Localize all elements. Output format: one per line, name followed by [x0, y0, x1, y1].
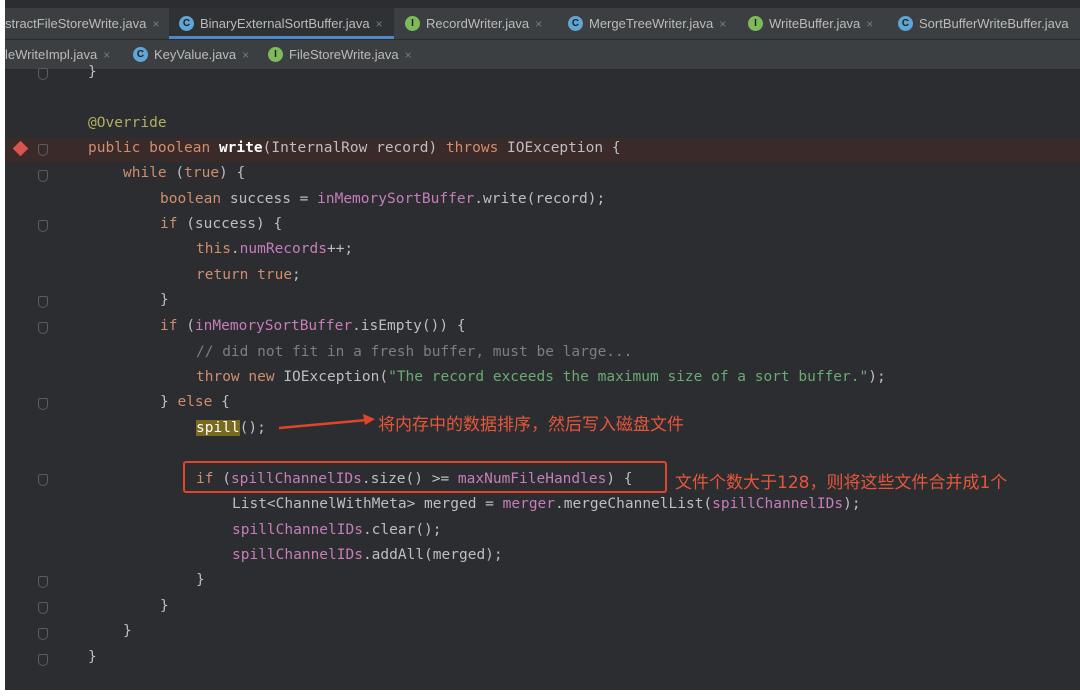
tab-label: KeyValue.java: [154, 47, 237, 62]
code-line: @Override: [88, 115, 167, 131]
close-icon[interactable]: ×: [866, 17, 873, 31]
code-line: if (success) {: [160, 216, 283, 232]
tab-record-writer[interactable]: I RecordWriter.java ×: [405, 8, 555, 39]
tab-label: WriteBuffer.java: [769, 16, 861, 31]
fold-icon[interactable]: [38, 602, 48, 614]
code-line: throw new IOException("The record exceed…: [196, 369, 886, 385]
interface-icon: I: [748, 16, 763, 31]
class-icon: C: [133, 47, 148, 62]
code-line: List<ChannelWithMeta> merged = merger.me…: [232, 496, 861, 512]
fold-icon[interactable]: [38, 170, 48, 182]
code-line: }: [123, 623, 132, 639]
tab-merge-tree-writer[interactable]: C MergeTreeWriter.java ×: [568, 8, 738, 39]
code-line: }: [196, 572, 205, 588]
code-line: }: [88, 649, 97, 665]
interface-icon: I: [268, 47, 283, 62]
code-line: if (inMemorySortBuffer.isEmpty()) {: [160, 318, 466, 334]
code-line: }: [88, 64, 97, 80]
code-line: return true;: [196, 267, 301, 283]
code-line: }: [160, 292, 169, 308]
close-icon[interactable]: ×: [719, 17, 726, 31]
tab-sort-buffer-write-buffer[interactable]: C SortBufferWriteBuffer.java: [898, 8, 1080, 39]
ide-window: stractFileStoreWrite.java × C BinaryExte…: [5, 0, 1080, 690]
tab-key-value[interactable]: C KeyValue.java ×: [133, 40, 258, 69]
fold-icon[interactable]: [38, 144, 48, 156]
close-icon[interactable]: ×: [535, 17, 542, 31]
fold-icon[interactable]: [38, 654, 48, 666]
tab-file-store-write[interactable]: I FileStoreWrite.java ×: [268, 40, 428, 69]
highlight-box: [183, 461, 667, 493]
close-icon[interactable]: ×: [242, 48, 249, 62]
code-line: // did not fit in a fresh buffer, must b…: [196, 344, 633, 360]
tab-label: BinaryExternalSortBuffer.java: [200, 16, 370, 31]
interface-icon: I: [405, 16, 420, 31]
tab-abstract-file-store-write[interactable]: stractFileStoreWrite.java ×: [5, 8, 165, 39]
close-icon[interactable]: ×: [152, 17, 159, 31]
code-line: } else {: [160, 394, 230, 410]
code-line: spillChannelIDs.clear();: [232, 522, 442, 538]
code-line: boolean success = inMemorySortBuffer.wri…: [160, 191, 606, 207]
close-icon[interactable]: ×: [376, 17, 383, 31]
close-icon[interactable]: ×: [103, 48, 110, 62]
code-line: spill();: [196, 420, 266, 436]
editor-tabs-row-2: leWriteImpl.java × C KeyValue.java × I F…: [5, 40, 1080, 70]
code-line: }: [160, 598, 169, 614]
tab-label: SortBufferWriteBuffer.java: [919, 16, 1069, 31]
fold-icon[interactable]: [38, 576, 48, 588]
fold-icon[interactable]: [38, 68, 48, 80]
code-line: spillChannelIDs.addAll(merged);: [232, 547, 503, 563]
tab-label: FileStoreWrite.java: [289, 47, 399, 62]
spill-annotation: 将内存中的数据排序，然后写入磁盘文件: [378, 415, 684, 435]
fold-icon[interactable]: [38, 474, 48, 486]
tab-write-buffer[interactable]: I WriteBuffer.java ×: [748, 8, 888, 39]
fold-icon[interactable]: [38, 296, 48, 308]
class-icon: C: [179, 16, 194, 31]
tab-file-store-write-impl[interactable]: leWriteImpl.java ×: [5, 40, 123, 69]
code-line: this.numRecords++;: [196, 241, 354, 257]
tab-label: RecordWriter.java: [426, 16, 530, 31]
fold-icon[interactable]: [38, 220, 48, 232]
fold-icon[interactable]: [38, 322, 48, 334]
tab-label: leWriteImpl.java: [5, 47, 98, 62]
editor-tabs-row-1: stractFileStoreWrite.java × C BinaryExte…: [5, 8, 1080, 40]
annotation-arrow: [278, 414, 375, 430]
code-line: public boolean write(InternalRow record)…: [88, 140, 621, 156]
tab-binary-external-sort-buffer[interactable]: C BinaryExternalSortBuffer.java ×: [169, 8, 394, 39]
code-line: while (true) {: [123, 165, 246, 181]
fold-icon[interactable]: [38, 398, 48, 410]
merge-annotation: 文件个数大于128，则将这些文件合并成1个: [675, 473, 1008, 493]
class-icon: C: [898, 16, 913, 31]
tab-label: MergeTreeWriter.java: [589, 16, 714, 31]
fold-icon[interactable]: [38, 628, 48, 640]
tab-label: stractFileStoreWrite.java: [5, 16, 147, 31]
class-icon: C: [568, 16, 583, 31]
close-icon[interactable]: ×: [405, 48, 412, 62]
